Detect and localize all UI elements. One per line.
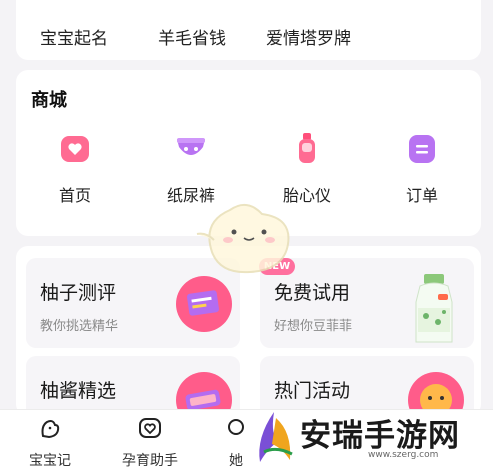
shop-item-orders[interactable]: 订单 [377, 132, 467, 206]
shop-item-label: 订单 [405, 186, 438, 205]
tools-card: 宝宝起名 羊毛省钱 爱情塔罗牌 [16, 0, 481, 60]
shop-title: 商城 [31, 90, 67, 111]
feature-title: 柚酱精选 [40, 380, 117, 402]
feature-title: 热门活动 [274, 380, 351, 402]
tool-love-tarot[interactable]: 爱情塔罗牌 [266, 24, 351, 49]
order-icon [405, 132, 439, 166]
feature-subtitle: 教你挑选精华 [40, 319, 119, 334]
watermark-logo-icon [259, 412, 293, 462]
review-illustration-icon [176, 276, 232, 332]
watermark: 安瑞手游网 www.szerg.com [248, 406, 493, 470]
nav-label: 宝宝记 [29, 453, 71, 469]
home-heart-icon [58, 132, 92, 166]
tool-save-money[interactable]: 羊毛省钱 [158, 24, 226, 49]
nav-baby-diary[interactable]: 宝宝记 [10, 416, 90, 470]
tool-baby-naming[interactable]: 宝宝起名 [40, 24, 108, 49]
shop-item-home[interactable]: 首页 [30, 132, 120, 206]
watermark-url: www.szerg.com [368, 450, 439, 460]
fetal-monitor-icon [290, 132, 324, 166]
feature-title: 柚子测评 [40, 282, 117, 304]
nav-label: 孕育助手 [122, 453, 178, 469]
mascot-icon [196, 203, 290, 274]
heart-chat-icon [139, 418, 161, 438]
diaper-icon [174, 132, 208, 166]
feature-title: 免费试用 [274, 282, 351, 304]
baby-icon [41, 420, 60, 439]
nav-pregnancy-assistant[interactable]: 孕育助手 [110, 416, 190, 470]
shop-item-label: 首页 [58, 186, 91, 205]
bottle-product-icon [415, 274, 453, 343]
she-icon [228, 419, 244, 435]
feature-subtitle: 好想你豆菲菲 [274, 319, 353, 334]
watermark-text: 安瑞手游网 [300, 418, 460, 454]
